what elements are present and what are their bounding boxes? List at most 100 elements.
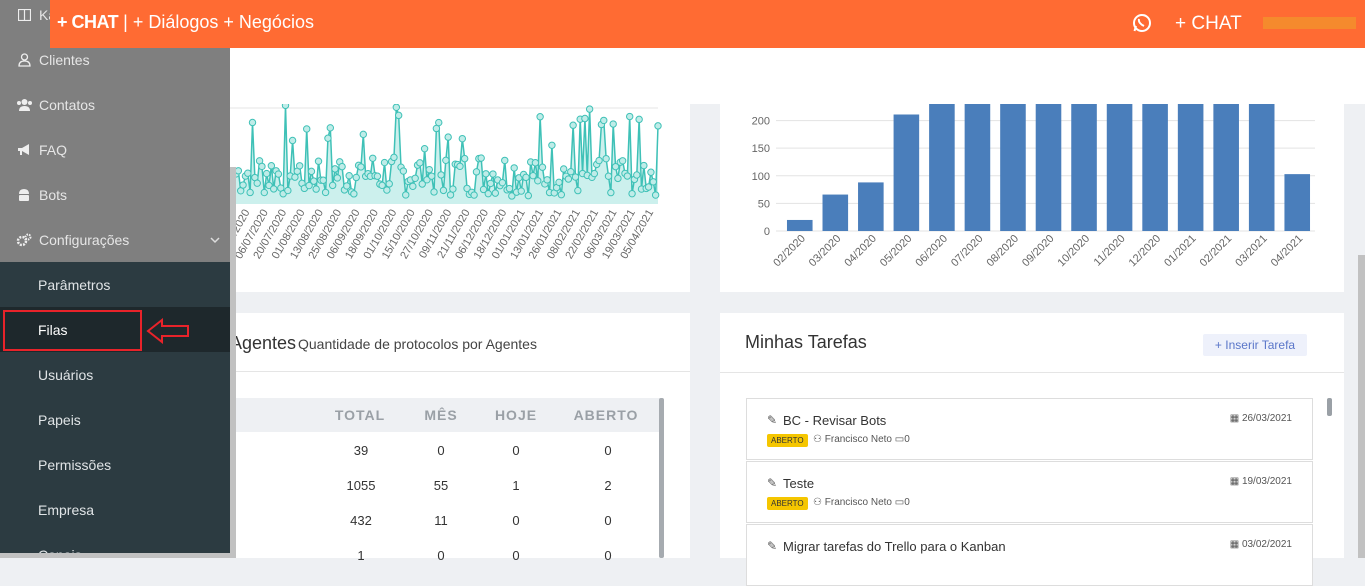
data-point — [284, 186, 292, 195]
col-mes: MÊS — [424, 407, 458, 423]
table-scrollbar[interactable] — [659, 398, 664, 558]
sidebar-sub-usuarios[interactable]: Usuários — [0, 352, 230, 397]
calendar-icon: ▦ — [1229, 476, 1242, 487]
brand-tagline: | + Diálogos + Negócios — [118, 12, 314, 32]
data-point — [595, 156, 603, 165]
data-point — [640, 161, 648, 170]
data-point — [581, 114, 589, 123]
sidebar-item-label: FAQ — [39, 141, 68, 158]
data-point — [458, 134, 467, 143]
task-date-text: 26/03/2021 — [1241, 413, 1292, 424]
tasks-scrollbar[interactable] — [1327, 398, 1332, 416]
y-tick-label: 150 — [752, 143, 770, 155]
data-point — [430, 188, 438, 196]
data-point — [505, 184, 514, 193]
data-point — [654, 122, 662, 130]
data-point — [484, 189, 492, 198]
data-point — [644, 183, 653, 191]
sidebar-sub-empresa[interactable]: Empresa — [0, 487, 230, 532]
sidebar-item-contatos[interactable]: Contatos — [0, 82, 230, 127]
data-point — [470, 191, 478, 199]
bar — [1000, 104, 1026, 231]
x-tick-label: 01/2021 — [1162, 233, 1199, 270]
data-point — [557, 190, 566, 199]
task-title: Migrar tarefas do Trello para o Kanban — [783, 539, 1006, 554]
task-assignee: Francisco Neto — [824, 434, 892, 445]
data-point — [328, 181, 337, 190]
data-point — [536, 113, 544, 121]
x-tick-label: 06/2020 — [913, 233, 950, 270]
sidebar-sub-papeis[interactable]: Papeis — [0, 397, 230, 442]
status-badge: ABERTO — [767, 434, 808, 447]
data-point — [437, 171, 445, 179]
sidebar-scrollbar[interactable] — [230, 167, 236, 558]
data-point — [425, 165, 434, 174]
data-point — [326, 124, 335, 132]
content-header — [230, 48, 1365, 104]
sidebar: Kanban Clientes Contatos FAQ Bots Config… — [0, 0, 230, 558]
data-point — [253, 179, 261, 187]
sidebar-sub-parametros[interactable]: Parâmetros — [0, 262, 230, 307]
whatsapp-icon[interactable] — [1132, 13, 1152, 38]
data-point — [524, 191, 533, 200]
data-point — [522, 173, 530, 182]
sidebar-item-faq[interactable]: FAQ — [0, 127, 230, 172]
data-point — [635, 115, 643, 124]
data-point — [274, 170, 283, 178]
bar — [1213, 104, 1239, 231]
data-point — [392, 104, 401, 111]
task-item[interactable]: ✎ Migrar tarefas do Trello para o Kanban… — [746, 524, 1313, 586]
task-title: Teste — [783, 476, 815, 491]
bar — [858, 182, 884, 231]
col-aberto: ABERTO — [573, 407, 639, 423]
data-point — [435, 118, 443, 127]
data-point — [531, 159, 540, 167]
data-point — [439, 186, 448, 195]
data-point — [477, 154, 485, 162]
cell-hoje: 0 — [512, 513, 520, 528]
brand-logo[interactable]: + CHAT | + Diálogos + Negócios — [57, 12, 314, 33]
data-point — [647, 168, 655, 176]
data-point — [411, 174, 419, 182]
card-divider — [230, 371, 690, 372]
cell-aberto: 0 — [604, 548, 612, 563]
cell-total: 39 — [353, 443, 369, 458]
user-menu[interactable] — [1263, 17, 1356, 29]
data-point — [607, 188, 615, 197]
sidebar-sub-permissoes[interactable]: Permissões — [0, 442, 230, 487]
protocols-line-chart: 24/06/202006/07/202020/07/202001/08/2020… — [230, 104, 662, 261]
sidebar-item-configuracoes[interactable]: Configurações — [0, 217, 230, 262]
chat-link[interactable]: + CHAT — [1175, 13, 1242, 35]
agents-card-title: Agentes — [230, 333, 297, 353]
agents-card: Agentes Quantidade de protocolos por Age… — [230, 313, 690, 563]
data-point — [626, 112, 634, 121]
data-point — [338, 162, 346, 171]
data-point — [303, 125, 311, 133]
sidebar-item-bots[interactable]: Bots — [0, 172, 230, 217]
sidebar-h-scrollbar[interactable] — [0, 553, 230, 558]
page-scrollbar[interactable] — [1358, 255, 1365, 558]
android-icon — [16, 187, 32, 203]
data-point — [427, 172, 436, 180]
data-point — [244, 169, 252, 177]
user-icon: ⚇ — [813, 497, 825, 508]
data-point — [534, 177, 542, 185]
task-item[interactable]: ✎ BC - Revisar Bots ▦ 26/03/2021 ABERTO … — [746, 398, 1313, 460]
bar — [929, 104, 955, 231]
tasks-card: Minhas Tarefas + Inserir Tarefa ✎ BC - R… — [720, 313, 1344, 586]
task-item[interactable]: ✎ Teste ▦ 19/03/2021 ABERTO ⚇ Francisco … — [746, 461, 1313, 523]
cell-aberto: 2 — [604, 478, 612, 493]
insert-task-button[interactable]: + Inserir Tarefa — [1203, 334, 1307, 356]
data-point — [331, 165, 339, 173]
data-point — [307, 167, 316, 176]
task-assignee: Francisco Neto — [824, 497, 892, 508]
data-point — [574, 186, 582, 195]
data-point — [248, 118, 257, 127]
cell-mes: 0 — [437, 548, 445, 563]
data-point — [239, 181, 247, 189]
x-tick-label: 09/2020 — [1020, 233, 1057, 270]
comment-icon: ▭ — [894, 434, 905, 445]
data-point — [444, 133, 452, 141]
data-point — [602, 154, 610, 163]
cell-mes: 55 — [433, 478, 449, 493]
